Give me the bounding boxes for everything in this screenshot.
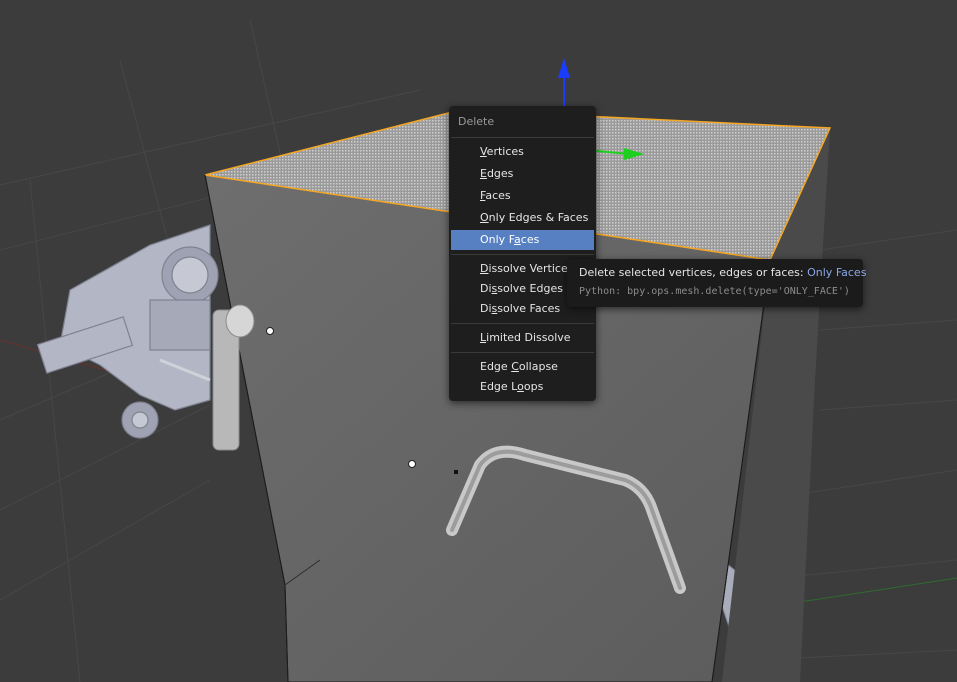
label-hotkey: E [480,167,487,180]
label-pre: Di [480,282,492,295]
label-post: aces [485,189,511,202]
z-axis-arrow [558,58,570,78]
menu-item-faces[interactable]: Faces [451,186,594,206]
vertex-point[interactable] [266,327,274,335]
vertex-point[interactable] [454,470,458,474]
menu-item-edges[interactable]: Edges [451,164,594,184]
label-pre: Edge L [480,380,518,393]
label-post: solve Edges [497,282,563,295]
tooltip-description-text: Delete selected vertices, edges or faces… [579,266,808,279]
label-post: solve Faces [497,302,561,315]
label-post: nly Edges & Faces [488,211,589,224]
label-pre: Edge [480,360,512,373]
menu-item-edge-collapse[interactable]: Edge Collapse [451,357,594,377]
label-hotkey: O [480,211,489,224]
menu-item-edge-loops[interactable]: Edge Loops [451,377,594,397]
menu-separator [451,323,594,324]
label-post: imited Dissolve [486,331,571,344]
label-post: dges [486,167,514,180]
menu-separator [451,137,594,138]
label-pre: Di [480,302,492,315]
menu-separator [451,352,594,353]
label-post: ollapse [518,360,558,373]
menu-item-only-faces[interactable]: Only Faces [451,230,594,250]
tooltip-description: Delete selected vertices, edges or faces… [579,266,866,279]
menu-item-only-edges-faces[interactable]: Only Edges & Faces [451,208,594,228]
tooltip-python: Python: bpy.ops.mesh.delete(type='ONLY_F… [579,286,850,297]
label-pre: Only F [480,233,515,246]
label-post: ops [523,380,544,393]
tooltip-highlight: Only Faces [807,266,867,279]
menu-item-limited-dissolve[interactable]: Limited Dissolve [451,328,594,348]
label-post: ertices [486,145,524,158]
menu-title: Delete [458,115,495,128]
label-post: issolve Vertices [488,262,574,275]
delete-menu: Delete Vertices Edges Faces Only Edges &… [449,106,596,401]
vertex-point[interactable] [408,460,416,468]
operator-tooltip: Delete selected vertices, edges or faces… [567,259,866,307]
menu-separator [451,254,594,255]
menu-item-vertices[interactable]: Vertices [451,142,594,162]
label-hotkey: C [511,360,519,373]
engine-model[interactable] [36,224,219,439]
label-hotkey: V [480,145,487,158]
label-hotkey: a [514,233,521,246]
label-hotkey: o [517,380,524,393]
label-post: ces [520,233,540,246]
